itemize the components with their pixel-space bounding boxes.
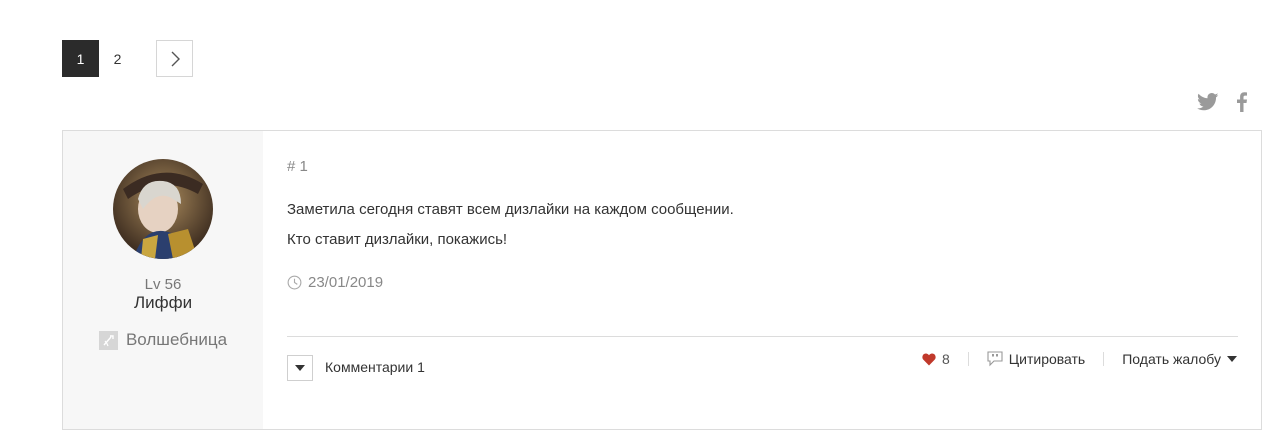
post-text-line: Кто ставит дизлайки, покажись!	[287, 231, 508, 248]
heart-icon	[922, 353, 936, 365]
forum-post: Lv 56 Лиффи Волшебница # 1 Заметила сего…	[62, 130, 1262, 430]
quote-button[interactable]: Цитировать	[987, 351, 1085, 367]
post-content: # 1 Заметила сегодня ставят всем дизлайк…	[263, 131, 1261, 429]
caret-down-icon	[295, 365, 305, 371]
page-2-button[interactable]: 2	[99, 40, 136, 77]
clock-icon	[287, 275, 302, 290]
comments-link[interactable]: Комментарии 1	[325, 359, 425, 375]
caret-down-icon	[1227, 356, 1237, 362]
page-1-button[interactable]: 1	[62, 40, 99, 77]
report-label: Подать жалобу	[1122, 351, 1221, 367]
divider	[287, 336, 1238, 337]
author-level: Lv 56	[144, 276, 182, 293]
author-panel: Lv 56 Лиффи Волшебница	[63, 131, 263, 429]
next-page-button[interactable]	[156, 40, 193, 77]
likes-count: 8	[941, 351, 950, 367]
report-button[interactable]: Подать жалобу	[1122, 351, 1237, 367]
author-class-label: Волшебница	[125, 330, 228, 349]
class-icon	[98, 330, 118, 350]
twitter-icon[interactable]	[1197, 93, 1219, 111]
pagination: 1 2	[62, 40, 193, 77]
post-actions: 8 Цитировать Подать жалобу	[922, 351, 1237, 367]
comments-toggle-button[interactable]	[287, 355, 313, 381]
post-date: 23/01/2019	[287, 274, 383, 291]
post-text-line: Заметила сегодня ставят всем дизлайки на…	[287, 201, 734, 218]
quote-label: Цитировать	[1008, 351, 1086, 367]
social-share	[1197, 92, 1247, 112]
post-number[interactable]: # 1	[287, 158, 308, 175]
author-name[interactable]: Лиффи	[63, 293, 263, 313]
chevron-right-icon	[171, 51, 180, 66]
like-button[interactable]: 8	[922, 351, 950, 367]
separator	[967, 352, 969, 366]
separator	[1103, 352, 1105, 366]
author-class: Волшебница	[63, 330, 263, 350]
facebook-icon[interactable]	[1237, 92, 1247, 112]
quote-icon	[987, 351, 1003, 367]
avatar[interactable]	[113, 159, 213, 259]
post-date-text: 23/01/2019	[308, 274, 384, 291]
